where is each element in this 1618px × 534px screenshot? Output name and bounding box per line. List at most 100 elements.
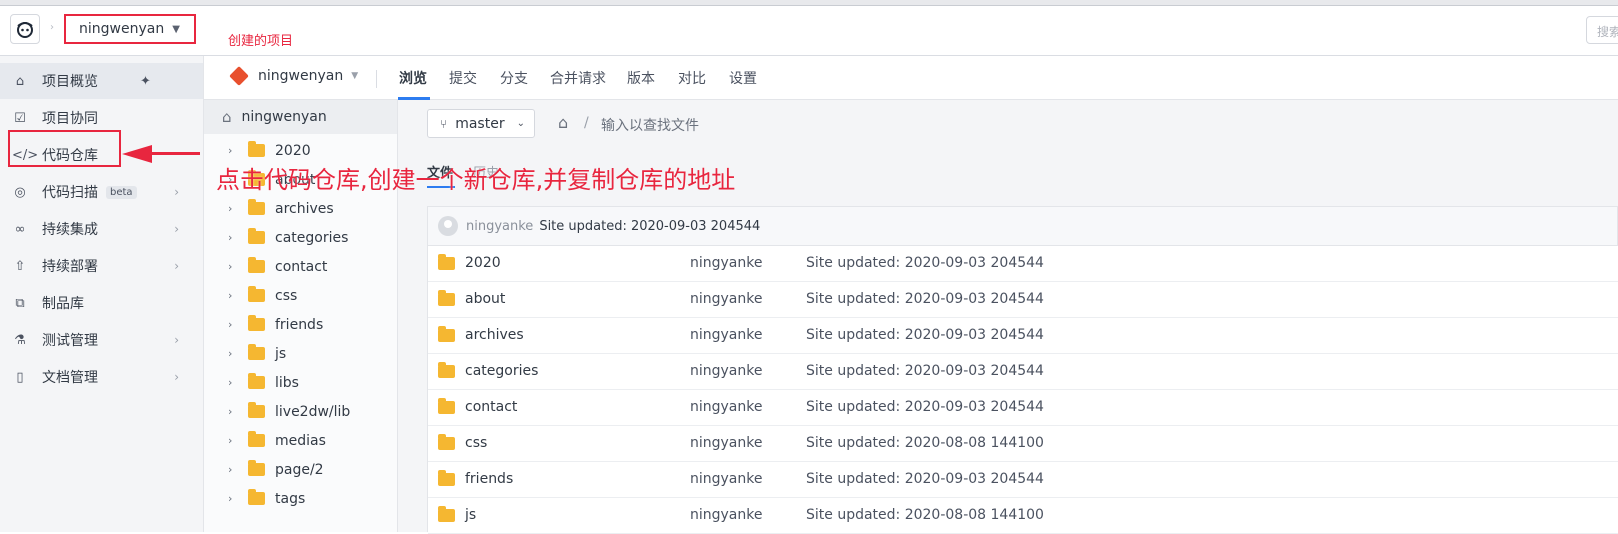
file-commit-message[interactable]: Site updated: 2020-09-03 204544 [806, 291, 1044, 307]
tree-root[interactable]: ⌂ ningwenyan [204, 100, 397, 134]
file-name: archives [465, 327, 524, 343]
branch-selector[interactable]: ⑂ master ⌄ [427, 109, 535, 138]
document-icon: ▯ [16, 369, 24, 385]
file-commit-message[interactable]: Site updated: 2020-09-03 204544 [806, 471, 1044, 487]
chevron-right-icon: › [50, 22, 54, 33]
file-name-cell[interactable]: css [438, 433, 488, 451]
tab-settings[interactable]: 设置 [729, 68, 757, 88]
file-commit-message[interactable]: Site updated: 2020-09-03 204544 [806, 399, 1044, 415]
chevron-right-icon[interactable]: › [228, 463, 248, 476]
search-input[interactable]: 搜索 [1586, 16, 1618, 44]
chevron-right-icon[interactable]: › [228, 231, 248, 244]
sidebar-item-artifacts[interactable]: ⧉ 制品库 [0, 285, 203, 321]
file-name-cell[interactable]: js [438, 505, 476, 523]
sidebar-item-code-scan[interactable]: ◎ 代码扫描 beta › [0, 174, 203, 210]
file-author[interactable]: ningyanke [690, 435, 762, 451]
tree-item[interactable]: › archives [204, 194, 397, 223]
file-author[interactable]: ningyanke [690, 291, 762, 307]
file-commit-message[interactable]: Site updated: 2020-08-08 144100 [806, 435, 1044, 451]
file-author[interactable]: ningyanke [690, 363, 762, 379]
tab-compare[interactable]: 对比 [678, 68, 706, 88]
chevron-right-icon[interactable]: › [228, 376, 248, 389]
chevron-right-icon[interactable]: › [228, 144, 248, 157]
folder-icon [438, 361, 455, 378]
file-name-cell[interactable]: contact [438, 397, 517, 415]
tree-item[interactable]: › contact [204, 252, 397, 281]
flask-icon: ⚗ [14, 332, 26, 348]
chevron-right-icon[interactable]: › [228, 434, 248, 447]
chevron-right-icon[interactable]: › [228, 260, 248, 273]
sidebar-item-testing[interactable]: ⚗ 测试管理 › [0, 322, 203, 358]
tree-item[interactable]: › css [204, 281, 397, 310]
project-switcher-label: ningwenyan [79, 21, 165, 37]
find-file-input[interactable]: 输入以查找文件 [601, 115, 699, 135]
table-row[interactable]: css ningyanke Site updated: 2020-08-08 144… [428, 426, 1618, 462]
sidebar-item-overview[interactable]: ⌂ 项目概览 ✦ [0, 63, 203, 99]
tab-branches[interactable]: 分支 [500, 68, 528, 88]
table-row[interactable]: archives ningyanke Site updated: 2020-09-0… [428, 318, 1618, 354]
sidebar-item-ci[interactable]: ∞ 持续集成 › [0, 211, 203, 247]
file-author[interactable]: ningyanke [690, 507, 762, 523]
breadcrumb-separator: / [584, 115, 589, 131]
file-author[interactable]: ningyanke [690, 399, 762, 415]
file-name-cell[interactable]: 2020 [438, 253, 501, 271]
repo-switcher[interactable]: ningwenyan ▼ [229, 66, 359, 86]
table-row[interactable]: about ningyanke Site updated: 2020-09-03 2… [428, 282, 1618, 318]
caret-down-icon: ▼ [351, 71, 359, 81]
tree-item[interactable]: › medias [204, 426, 397, 455]
pin-icon[interactable]: ✦ [140, 74, 151, 89]
tree-item[interactable]: › categories [204, 223, 397, 252]
chevron-right-icon[interactable]: › [228, 202, 248, 215]
tab-commits[interactable]: 提交 [449, 68, 477, 88]
table-row[interactable]: contact ningyanke Site updated: 2020-09-03… [428, 390, 1618, 426]
sidebar-item-label: 文档管理 [42, 370, 98, 386]
file-name-cell[interactable]: archives [438, 325, 524, 343]
table-row[interactable]: js ningyanke Site updated: 2020-08-08 1441… [428, 498, 1618, 534]
tree-item[interactable]: › live2dw/lib [204, 397, 397, 426]
sidebar-item-cd[interactable]: ⇧ 持续部署 › [0, 248, 203, 284]
tab-releases[interactable]: 版本 [627, 68, 655, 88]
chevron-right-icon[interactable]: › [228, 347, 248, 360]
table-row[interactable]: 2020 ningyanke Site updated: 2020-09-03 20… [428, 246, 1618, 282]
chevron-right-icon[interactable]: › [228, 405, 248, 418]
file-commit-message[interactable]: Site updated: 2020-08-08 144100 [806, 507, 1044, 523]
file-name-cell[interactable]: categories [438, 361, 538, 379]
file-commit-message[interactable]: Site updated: 2020-09-03 204544 [806, 327, 1044, 343]
commit-author[interactable]: ningyanke [466, 219, 533, 234]
folder-icon [248, 141, 265, 157]
file-name-cell[interactable]: about [438, 289, 505, 307]
tree-item[interactable]: › libs [204, 368, 397, 397]
tree-item[interactable]: › tags [204, 484, 397, 513]
app-logo[interactable] [10, 14, 40, 44]
file-commit-message[interactable]: Site updated: 2020-09-03 204544 [806, 255, 1044, 271]
file-name-cell[interactable]: friends [438, 469, 513, 487]
file-commit-message[interactable]: Site updated: 2020-09-03 204544 [806, 363, 1044, 379]
chevron-right-icon[interactable]: › [228, 289, 248, 302]
sidebar-item-label: 项目协同 [42, 111, 98, 127]
table-row[interactable]: categories ningyanke Site updated: 2020-09… [428, 354, 1618, 390]
file-author[interactable]: ningyanke [690, 255, 762, 271]
file-author[interactable]: ningyanke [690, 471, 762, 487]
chevron-right-icon[interactable]: › [228, 318, 248, 331]
tab-browse[interactable]: 浏览 [399, 68, 427, 88]
tree-item[interactable]: › page/2 [204, 455, 397, 484]
sidebar-item-docs[interactable]: ▯ 文档管理 › [0, 359, 203, 395]
folder-icon [248, 460, 265, 476]
tree-item-label: 2020 [275, 142, 311, 159]
table-row[interactable]: friends ningyanke Site updated: 2020-09-03… [428, 462, 1618, 498]
chevron-right-icon[interactable]: › [228, 492, 248, 505]
project-switcher[interactable]: ningwenyan ▼ [64, 14, 196, 44]
tab-merge-requests[interactable]: 合并请求 [550, 68, 606, 88]
file-author[interactable]: ningyanke [690, 327, 762, 343]
folder-icon [248, 373, 265, 389]
folder-icon [438, 289, 455, 306]
file-name: css [465, 435, 488, 451]
file-table: 2020 ningyanke Site updated: 2020-09-03 20… [427, 246, 1618, 534]
home-icon[interactable]: ⌂ [558, 113, 568, 132]
tree-item[interactable]: › js [204, 339, 397, 368]
commit-message[interactable]: Site updated: 2020-09-03 204544 [539, 219, 760, 234]
chevron-down-icon: ⌄ [516, 118, 525, 129]
sidebar-item-label: 持续部署 [42, 259, 98, 275]
tree-item[interactable]: › friends [204, 310, 397, 339]
infinity-icon: ∞ [14, 221, 26, 237]
